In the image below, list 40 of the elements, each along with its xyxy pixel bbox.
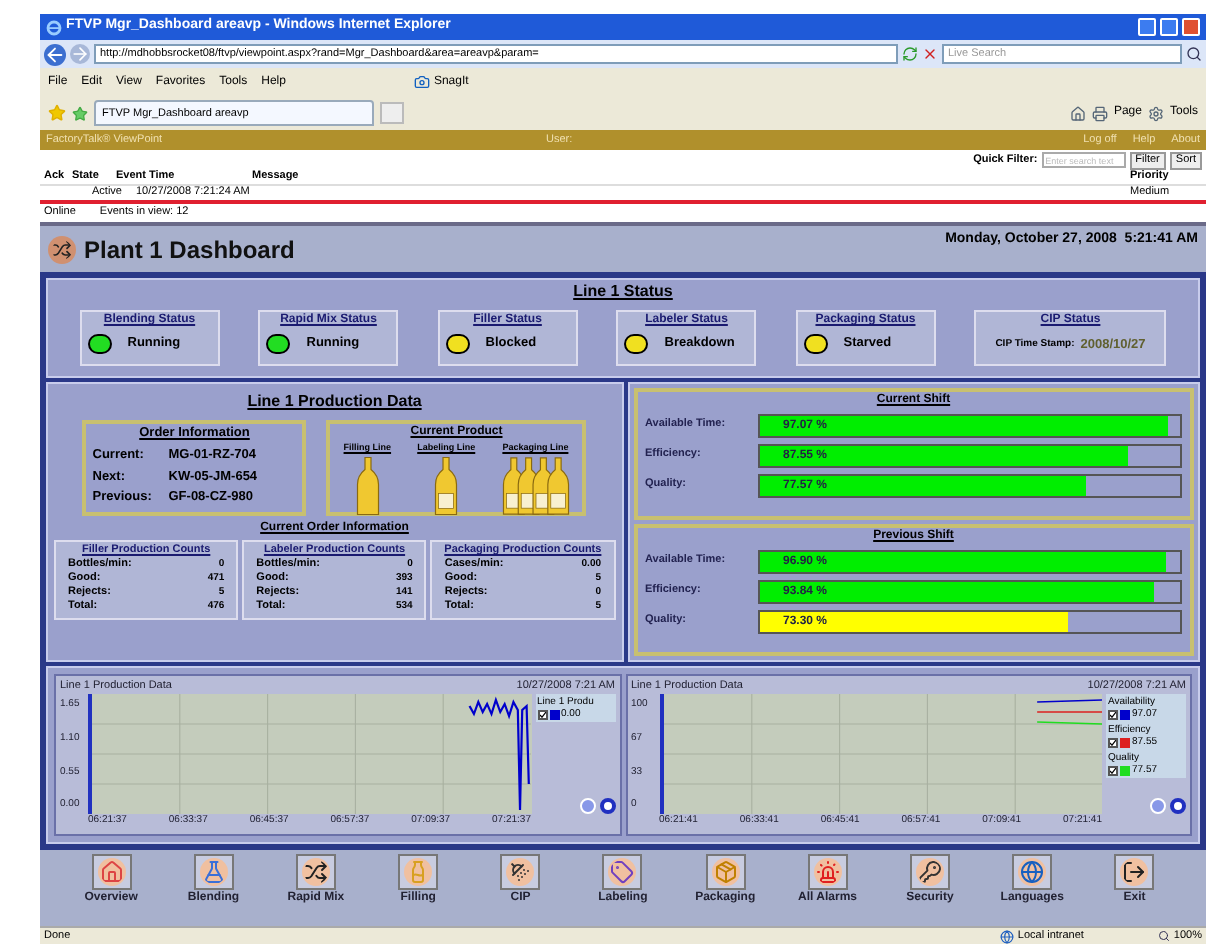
minimize-button[interactable] <box>1138 18 1156 36</box>
legend-checkbox[interactable] <box>1108 709 1118 719</box>
nav-icon <box>608 858 637 886</box>
tools-icon[interactable] <box>1147 105 1164 121</box>
nav-icon <box>506 858 535 886</box>
close-button[interactable] <box>1182 18 1200 36</box>
zoom-icon[interactable] <box>1157 930 1170 942</box>
browser-icon <box>46 19 62 35</box>
bottle-icon <box>355 455 380 516</box>
nav-icon <box>915 858 944 886</box>
back-icon[interactable] <box>44 43 66 65</box>
panel-title: Line 1 Status <box>573 280 673 304</box>
nav-icon <box>1018 858 1047 886</box>
favorites-star-icon[interactable] <box>48 104 66 122</box>
zone-icon <box>999 929 1014 943</box>
legend-checkbox[interactable] <box>537 709 547 719</box>
camera-icon[interactable] <box>413 74 430 90</box>
zoom-in-button[interactable] <box>1170 798 1186 814</box>
add-favorite-icon[interactable] <box>72 105 88 121</box>
search-icon[interactable] <box>1186 46 1202 62</box>
refresh-icon[interactable] <box>902 46 918 62</box>
nav-icon <box>97 858 126 886</box>
bottle-pack-icon <box>501 455 570 516</box>
nav-icon <box>199 858 228 886</box>
nav-icon <box>1120 858 1149 886</box>
zoom-in-button[interactable] <box>599 798 615 814</box>
dashboard-title: Plant 1 Dashboard <box>84 233 295 267</box>
dashboard-logo-icon <box>48 235 76 263</box>
maximize-button[interactable] <box>1160 18 1178 36</box>
stop-icon[interactable] <box>922 46 938 62</box>
nav-icon <box>813 858 842 886</box>
legend-checkbox[interactable] <box>1108 737 1118 747</box>
labeled-bottle-icon <box>434 455 459 516</box>
nav-icon <box>301 858 330 886</box>
nav-icon <box>711 858 740 886</box>
home-icon[interactable] <box>1069 105 1086 121</box>
legend-checkbox[interactable] <box>1108 765 1118 775</box>
nav-icon <box>404 858 433 886</box>
print-icon[interactable] <box>1091 105 1108 121</box>
panel-title: Line 1 Production Data <box>247 390 422 414</box>
